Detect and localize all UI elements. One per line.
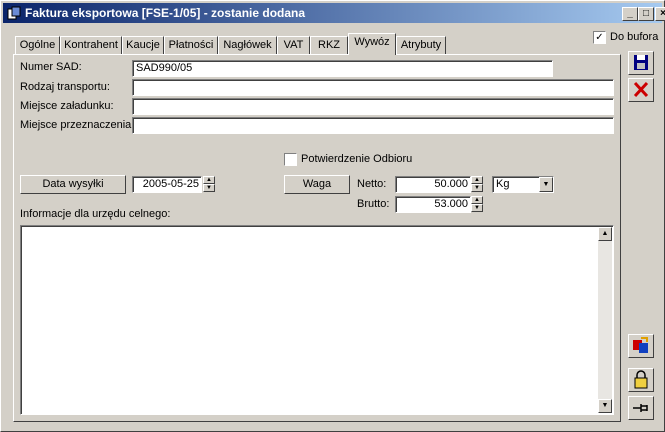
- rodzaj-transportu-field[interactable]: [132, 79, 614, 96]
- tab-naglowek[interactable]: Nagłówek: [218, 36, 277, 54]
- rodzaj-transportu-label: Rodzaj transportu:: [20, 81, 110, 93]
- do-bufora-checkbox[interactable]: ✓: [593, 31, 606, 44]
- maximize-button[interactable]: □: [638, 7, 654, 21]
- app-icon: [7, 6, 21, 20]
- miejsce-przeznaczenia-field[interactable]: [132, 117, 614, 134]
- netto-spinner[interactable]: ▲ ▼: [471, 176, 483, 192]
- main-window: Faktura eksportowa [FSE-1/05] - zostanie…: [0, 0, 665, 432]
- do-bufora-label: Do bufora: [610, 31, 659, 43]
- cancel-button[interactable]: [628, 78, 654, 102]
- numer-sad-label: Numer SAD:: [20, 61, 82, 73]
- save-icon: [634, 55, 648, 70]
- informacje-scrollbar[interactable]: ▲ ▼: [598, 227, 612, 413]
- spin-up-icon[interactable]: ▲: [203, 176, 215, 184]
- pin-button[interactable]: [628, 396, 654, 420]
- tab-rkz[interactable]: RKZ: [310, 36, 348, 54]
- save-button[interactable]: [628, 51, 654, 75]
- lock-icon: [634, 370, 648, 389]
- miejsce-przeznaczenia-label: Miejsce przeznaczenia:: [20, 119, 135, 131]
- spin-down-icon[interactable]: ▼: [471, 204, 483, 212]
- tab-wywoz[interactable]: Wywóz: [348, 33, 396, 55]
- netto-field[interactable]: 50.000: [395, 176, 471, 193]
- window-title: Faktura eksportowa [FSE-1/05] - zostanie…: [25, 6, 306, 20]
- spin-up-icon[interactable]: ▲: [471, 196, 483, 204]
- minimize-button[interactable]: _: [622, 7, 638, 21]
- spin-down-icon[interactable]: ▼: [471, 184, 483, 192]
- lock-button[interactable]: [628, 368, 654, 392]
- refresh-button[interactable]: [628, 334, 654, 358]
- brutto-label: Brutto:: [357, 198, 390, 210]
- brutto-spinner[interactable]: ▲ ▼: [471, 196, 483, 212]
- netto-label: Netto:: [357, 178, 387, 190]
- title-bar[interactable]: Faktura eksportowa [FSE-1/05] - zostanie…: [3, 3, 665, 23]
- miejsce-zaladunku-label: Miejsce załadunku:: [20, 100, 114, 112]
- informacje-label: Informacje dla urzędu celnego:: [20, 208, 171, 220]
- brutto-field[interactable]: 53.000: [395, 196, 471, 213]
- tab-ogolne[interactable]: Ogólne: [15, 36, 60, 54]
- refresh-icon: [633, 337, 648, 353]
- potwierdzenie-odbioru-checkbox[interactable]: [284, 153, 297, 166]
- unit-select-value: Kg: [496, 178, 510, 190]
- data-wysylki-spinner[interactable]: ▲ ▼: [203, 176, 215, 192]
- tab-kontrahent[interactable]: Kontrahent: [60, 36, 122, 54]
- numer-sad-field[interactable]: SAD990/05: [132, 60, 553, 77]
- data-wysylki-field[interactable]: 2005-05-25: [132, 176, 202, 193]
- spin-up-icon[interactable]: ▲: [471, 176, 483, 184]
- unit-select[interactable]: Kg ▼: [492, 176, 554, 193]
- waga-button[interactable]: Waga: [284, 175, 350, 194]
- tab-atrybuty[interactable]: Atrybuty: [396, 36, 446, 54]
- data-wysylki-button[interactable]: Data wysyłki: [20, 175, 126, 194]
- chevron-down-icon[interactable]: ▼: [539, 177, 553, 192]
- scroll-up-icon[interactable]: ▲: [598, 227, 612, 241]
- spin-down-icon[interactable]: ▼: [203, 184, 215, 192]
- tab-platnosci[interactable]: Płatności: [164, 36, 218, 54]
- scroll-down-icon[interactable]: ▼: [598, 399, 612, 413]
- potwierdzenie-odbioru-label: Potwierdzenie Odbioru: [301, 153, 413, 165]
- pin-icon: [633, 404, 648, 412]
- tab-kaucje[interactable]: Kaucje: [122, 36, 164, 54]
- close-button[interactable]: ×: [655, 7, 665, 21]
- cancel-icon: [633, 81, 649, 98]
- miejsce-zaladunku-field[interactable]: [132, 98, 614, 115]
- informacje-textarea[interactable]: [20, 225, 614, 415]
- tab-vat[interactable]: VAT: [277, 36, 310, 54]
